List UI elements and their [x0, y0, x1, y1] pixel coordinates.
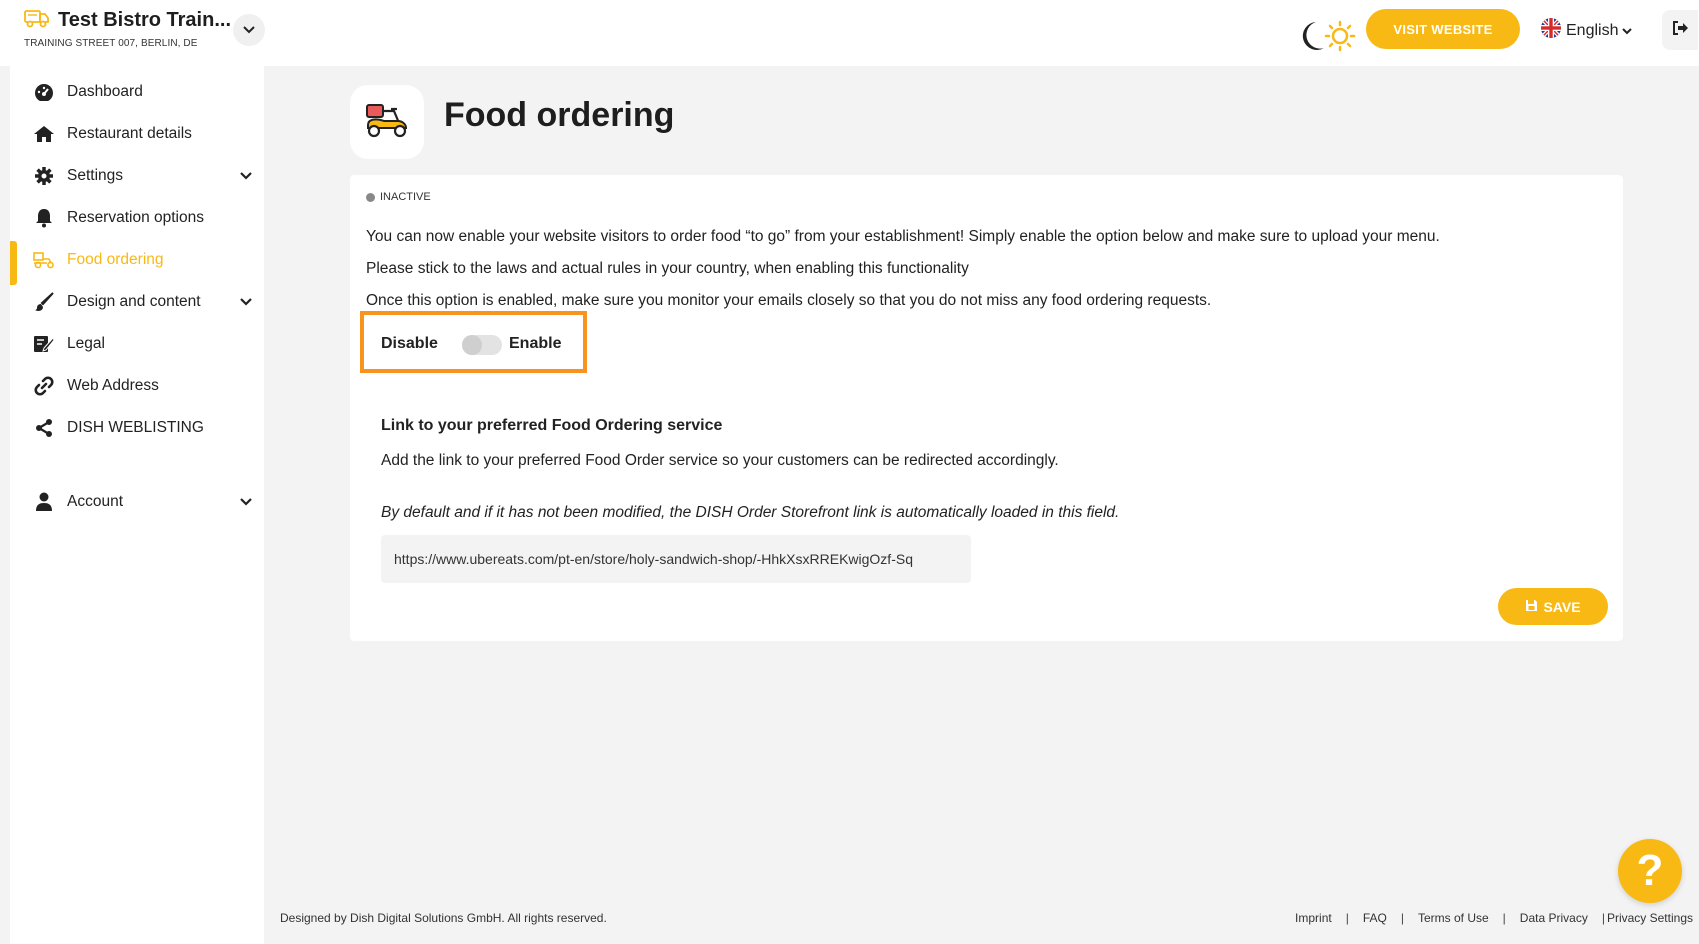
sidebar-item-design-and-content[interactable]: Design and content	[10, 282, 264, 322]
brush-icon	[33, 291, 55, 313]
description-line: Once this option is enabled, make sure y…	[366, 292, 1212, 309]
description-line: Please stick to the laws and actual rule…	[366, 260, 969, 277]
footer-separator: |	[1345, 911, 1349, 925]
disable-label: Disable	[381, 335, 438, 352]
link-section-note: By default and if it has not been modifi…	[381, 504, 1120, 521]
sidebar-item-label: DISH WEBLISTING	[67, 419, 204, 436]
sidebar-item-account[interactable]: Account	[10, 482, 264, 522]
sun-icon	[1324, 20, 1356, 52]
scooter-icon	[33, 249, 55, 271]
status-dot-icon	[366, 192, 375, 202]
link-icon	[33, 375, 55, 397]
legal-icon	[33, 333, 55, 355]
home-icon	[33, 123, 55, 145]
sidebar-item-label: Dashboard	[67, 83, 143, 100]
save-button[interactable]: SAVE	[1498, 588, 1608, 625]
description-line: You can now enable your website visitors…	[366, 228, 1440, 245]
chevron-down-icon	[240, 293, 252, 311]
food-truck-icon	[24, 8, 50, 33]
chevron-down-icon	[1622, 22, 1633, 40]
footer-separator: |	[1400, 911, 1404, 925]
sidebar-item-dashboard[interactable]: Dashboard	[10, 72, 264, 112]
food-ordering-toggle[interactable]	[462, 335, 502, 355]
enable-toggle-group: Disable Enable	[360, 311, 587, 373]
sidebar-item-web-address[interactable]: Web Address	[10, 366, 264, 406]
help-button[interactable]: ?	[1618, 839, 1682, 903]
link-section-description: Add the link to your preferred Food Orde…	[381, 452, 1059, 469]
sidebar-item-food-ordering[interactable]: Food ordering	[10, 240, 264, 280]
language-selector[interactable]: English	[1540, 17, 1633, 44]
footer-copyright: Designed by Dish Digital Solutions GmbH.…	[280, 911, 607, 925]
sidebar: Dashboard Restaurant details Settings Re…	[10, 66, 264, 944]
status-label: INACTIVE	[380, 191, 431, 203]
restaurant-brand: Test Bistro Train... TRAINING STREET 007…	[24, 8, 231, 49]
sidebar-item-label: Settings	[67, 167, 124, 184]
sidebar-item-legal[interactable]: Legal	[10, 324, 264, 364]
chevron-down-icon	[240, 167, 252, 185]
link-section-title: Link to your preferred Food Ordering ser…	[381, 417, 723, 434]
status-badge: INACTIVE	[366, 191, 431, 203]
footer-link-data-privacy[interactable]: Data Privacy	[1520, 911, 1588, 925]
enable-label: Enable	[509, 335, 562, 352]
active-nav-indicator	[10, 241, 17, 285]
question-mark-icon: ?	[1636, 846, 1664, 895]
food-ordering-card: INACTIVE You can now enable your website…	[350, 175, 1623, 641]
bell-icon	[33, 207, 55, 229]
floppy-disk-icon	[1525, 599, 1538, 615]
footer-separator: |	[1601, 911, 1605, 925]
sidebar-item-label: Design and content	[67, 293, 201, 310]
page-title: Food ordering	[444, 96, 675, 134]
gear-icon	[33, 165, 55, 187]
food-ordering-url-input[interactable]	[381, 535, 971, 583]
top-header: Test Bistro Train... TRAINING STREET 007…	[0, 0, 1699, 66]
sidebar-item-label: Food ordering	[67, 251, 164, 268]
sidebar-item-label: Account	[67, 493, 124, 510]
sidebar-item-label: Legal	[67, 335, 105, 352]
save-label: SAVE	[1543, 598, 1581, 615]
theme-toggle[interactable]	[1294, 18, 1356, 54]
moon-icon	[1302, 22, 1324, 50]
sidebar-item-label: Reservation options	[67, 209, 204, 226]
footer-link-privacy-settings[interactable]: Privacy Settings	[1607, 911, 1693, 925]
toggle-knob	[462, 335, 482, 355]
page-icon	[350, 85, 424, 159]
footer-links: Imprint | FAQ | Terms of Use | Data Priv…	[1295, 911, 1693, 925]
sidebar-item-label: Restaurant details	[67, 125, 192, 142]
uk-flag-icon	[1540, 17, 1562, 44]
restaurant-address: TRAINING STREET 007, BERLIN, DE	[24, 38, 198, 49]
chevron-down-icon	[240, 493, 252, 511]
sidebar-item-restaurant-details[interactable]: Restaurant details	[10, 114, 264, 154]
restaurant-name: Test Bistro Train...	[58, 9, 231, 31]
dashboard-icon	[33, 81, 55, 103]
logout-button[interactable]	[1662, 10, 1698, 50]
user-icon	[33, 491, 55, 513]
sidebar-item-dish-weblisting[interactable]: DISH WEBLISTING	[10, 408, 264, 448]
language-label: English	[1566, 21, 1619, 39]
scooter-icon	[364, 101, 410, 144]
share-icon	[33, 417, 55, 439]
footer-link-faq[interactable]: FAQ	[1363, 911, 1387, 925]
visit-website-button[interactable]: VISIT WEBSITE	[1366, 9, 1520, 49]
footer-link-terms[interactable]: Terms of Use	[1418, 911, 1489, 925]
sidebar-item-reservation-options[interactable]: Reservation options	[10, 198, 264, 238]
logout-icon	[1672, 20, 1688, 40]
sidebar-item-settings[interactable]: Settings	[10, 156, 264, 196]
chevron-down-icon	[243, 21, 255, 39]
footer-separator: |	[1502, 911, 1506, 925]
footer-link-imprint[interactable]: Imprint	[1295, 911, 1332, 925]
sidebar-item-label: Web Address	[67, 377, 159, 394]
restaurant-switcher-button[interactable]	[233, 14, 265, 46]
